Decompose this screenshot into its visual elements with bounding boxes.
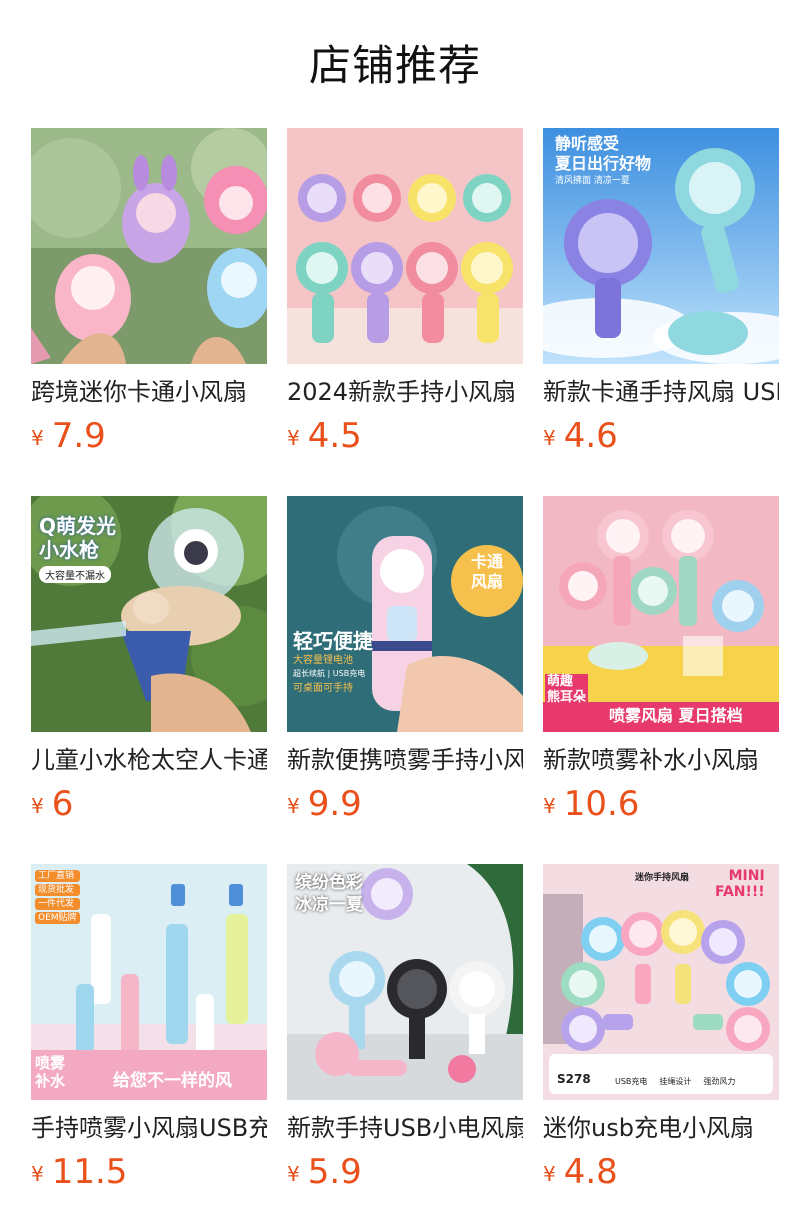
product-card[interactable]: 缤纷色彩 冰凉一夏 新款手持USB小电风扇 ¥5.9 (287, 864, 523, 1232)
image-banner: 喷雾风扇 夏日搭档 (609, 706, 743, 725)
feature-list: USB充电 挂绳设计 强劲风力 (615, 1076, 735, 1088)
image-tag: 现货批发 (35, 884, 80, 896)
product-image[interactable]: 轻巧便捷 大容量锂电池 超长续航 | USB充电 可桌面可手持 卡通 风扇 (287, 496, 523, 732)
currency-symbol: ¥ (287, 1162, 300, 1186)
product-price: ¥4.6 (543, 414, 779, 458)
product-name[interactable]: 2024新款手持小风扇 (287, 376, 523, 408)
product-price: ¥4.8 (543, 1150, 779, 1194)
currency-symbol: ¥ (31, 794, 44, 818)
image-overlay-text: 萌趣 熊耳朵 (545, 674, 589, 706)
product-price: ¥7.9 (31, 414, 267, 458)
product-name[interactable]: 儿童小水枪太空人卡通 (31, 744, 267, 776)
product-card[interactable]: 静听感受 夏日出行好物 清风拂面 清凉一夏 新款卡通手持风扇 USB ¥4.6 (543, 128, 779, 496)
feature-item: USB充电 (615, 1077, 648, 1086)
product-price: ¥9.9 (287, 782, 523, 826)
currency-symbol: ¥ (31, 1162, 44, 1186)
image-logo: MINI FAN!!! (715, 868, 765, 900)
image-overlay-text: 喷雾 补水 (35, 1054, 66, 1090)
currency-symbol: ¥ (543, 794, 556, 818)
product-card[interactable]: 萌趣 熊耳朵 喷雾风扇 夏日搭档 新款喷雾补水小风扇 ¥10.6 (543, 496, 779, 864)
product-name[interactable]: 迷你usb充电小风扇 (543, 1112, 779, 1144)
image-banner: 给您不一样的风 (113, 1071, 232, 1091)
product-name[interactable]: 新款手持USB小电风扇 (287, 1112, 523, 1144)
product-price: ¥6 (31, 782, 267, 826)
price-value: 9.9 (307, 784, 362, 824)
product-image[interactable]: 缤纷色彩 冰凉一夏 (287, 864, 523, 1100)
image-badge: 卡通 风扇 (470, 552, 503, 591)
currency-symbol: ¥ (543, 426, 556, 450)
product-image[interactable]: 迷你手持风扇 MINI FAN!!! S278 USB充电 挂绳设计 强劲风力 (543, 864, 779, 1100)
image-tag: OEM贴牌 (35, 912, 80, 924)
image-tag: 工厂直销 (35, 870, 80, 882)
image-overlay-text: 迷你手持风扇 (635, 873, 690, 883)
product-image[interactable]: 静听感受 夏日出行好物 清风拂面 清凉一夏 (543, 128, 779, 364)
product-image[interactable] (31, 128, 267, 364)
image-overlay-text: Q萌发光 小水枪 大容量不漏水 (39, 514, 117, 583)
product-price: ¥11.5 (31, 1150, 267, 1194)
feature-item: 强劲风力 (703, 1077, 736, 1086)
product-image[interactable] (287, 128, 523, 364)
price-value: 4.6 (563, 416, 618, 456)
product-price: ¥5.9 (287, 1150, 523, 1194)
section-title: 店铺推荐 (308, 41, 481, 90)
currency-symbol: ¥ (31, 426, 44, 450)
product-image[interactable]: Q萌发光 小水枪 大容量不漏水 (31, 496, 267, 732)
image-tag: 一件代发 (35, 898, 80, 910)
image-overlay-text: 静听感受 夏日出行好物 清风拂面 清凉一夏 (555, 134, 652, 186)
price-value: 11.5 (51, 1152, 128, 1192)
product-card[interactable]: 迷你手持风扇 MINI FAN!!! S278 USB充电 挂绳设计 强劲风力 … (543, 864, 779, 1232)
product-name[interactable]: 跨境迷你卡通小风扇 (31, 376, 267, 408)
product-card[interactable]: 轻巧便捷 大容量锂电池 超长续航 | USB充电 可桌面可手持 卡通 风扇 新款… (287, 496, 523, 864)
price-value: 10.6 (563, 784, 640, 824)
product-price: ¥4.5 (287, 414, 523, 458)
product-name[interactable]: 新款便携喷雾手持小风扇 (287, 744, 523, 776)
product-card[interactable]: 2024新款手持小风扇 ¥4.5 (287, 128, 523, 496)
image-tag-list: 工厂直销 现货批发 一件代发 OEM贴牌 (35, 870, 80, 924)
price-value: 5.9 (307, 1152, 362, 1192)
product-name[interactable]: 新款喷雾补水小风扇 (543, 744, 779, 776)
product-name[interactable]: 新款卡通手持风扇 USB (543, 376, 779, 408)
model-number: S278 (557, 1072, 591, 1086)
currency-symbol: ¥ (287, 794, 300, 818)
image-overlay-text: 缤纷色彩 冰凉一夏 (295, 873, 363, 915)
product-card[interactable]: Q萌发光 小水枪 大容量不漏水 儿童小水枪太空人卡通 ¥6 (31, 496, 267, 864)
product-card[interactable]: 跨境迷你卡通小风扇 ¥7.9 (31, 128, 267, 496)
product-grid: 跨境迷你卡通小风扇 ¥7.9 2024新款手持小风扇 ¥ 4.5 静听感受 夏日… (31, 128, 779, 1232)
product-image[interactable]: 萌趣 熊耳朵 喷雾风扇 夏日搭档 (543, 496, 779, 732)
currency-symbol: ¥ (543, 1162, 556, 1186)
price-value: 6 (51, 784, 74, 824)
product-price: ¥10.6 (543, 782, 779, 826)
product-name[interactable]: 手持喷雾小风扇USB充电 (31, 1112, 267, 1144)
price-value: 7.9 (51, 416, 106, 456)
currency-symbol: ¥ (287, 426, 300, 450)
store-recommendations-page: 店铺推荐 跨境迷你卡通小风扇 ¥ 7.9 2024新款手持小风扇 ¥ 4.5 静… (0, 0, 790, 1232)
product-card[interactable]: 工厂直销 现货批发 一件代发 OEM贴牌 喷雾 补水 给您不一样的风 手持喷雾小… (31, 864, 267, 1232)
product-image[interactable]: 工厂直销 现货批发 一件代发 OEM贴牌 喷雾 补水 给您不一样的风 (31, 864, 267, 1100)
price-value: 4.8 (563, 1152, 618, 1192)
image-overlay-text: 轻巧便捷 大容量锂电池 超长续航 | USB充电 可桌面可手持 (293, 629, 373, 694)
feature-item: 挂绳设计 (659, 1077, 692, 1086)
price-value: 4.5 (307, 416, 362, 456)
